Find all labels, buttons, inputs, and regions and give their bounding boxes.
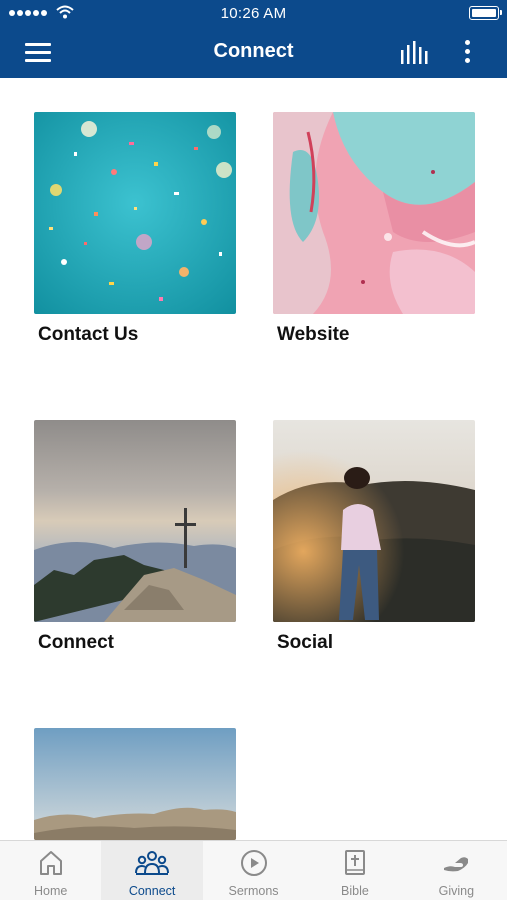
home-icon	[39, 851, 62, 875]
tab-home[interactable]: Home	[0, 841, 101, 900]
status-time: 10:26 AM	[220, 5, 287, 22]
tab-label: Bible	[341, 884, 369, 898]
tile-label: Social	[277, 632, 333, 653]
tile-contact-us[interactable]: Contact Us	[34, 112, 236, 346]
tile-label: Website	[277, 324, 350, 345]
tab-giving[interactable]: Giving	[406, 841, 507, 900]
desert-mountains-photo	[34, 728, 236, 840]
nav-bar: Connect	[0, 26, 507, 78]
bible-icon	[344, 850, 365, 875]
tile-social[interactable]: Social	[273, 420, 475, 654]
tile-connect[interactable]: Connect	[34, 420, 236, 654]
woman-mountain-photo	[273, 420, 475, 622]
tile-desert[interactable]	[34, 728, 236, 840]
tab-connect[interactable]: Connect	[101, 841, 203, 900]
tab-label: Giving	[438, 884, 475, 898]
tab-label: Sermons	[228, 884, 279, 898]
mountain-cross-photo	[34, 420, 236, 622]
tab-bible[interactable]: Bible	[304, 841, 405, 900]
tile-label: Connect	[38, 632, 114, 653]
tab-sermons[interactable]: Sermons	[203, 841, 304, 900]
tab-label: Connect	[128, 884, 176, 898]
people-icon	[135, 851, 170, 875]
audio-bars-icon[interactable]	[398, 40, 432, 66]
tile-website[interactable]: Website	[273, 112, 475, 346]
confetti-photo	[34, 112, 236, 314]
marble-paint-photo	[273, 112, 475, 314]
play-circle-icon	[240, 850, 267, 876]
tile-label: Contact Us	[38, 324, 139, 345]
battery-icon	[469, 6, 502, 20]
status-bar: 10:26 AM	[0, 0, 507, 26]
tab-label: Home	[34, 884, 68, 898]
more-options-button[interactable]	[458, 38, 478, 66]
giving-hand-icon	[444, 857, 469, 872]
tab-bar: Home Connect Sermons Bible Giving	[0, 840, 507, 900]
